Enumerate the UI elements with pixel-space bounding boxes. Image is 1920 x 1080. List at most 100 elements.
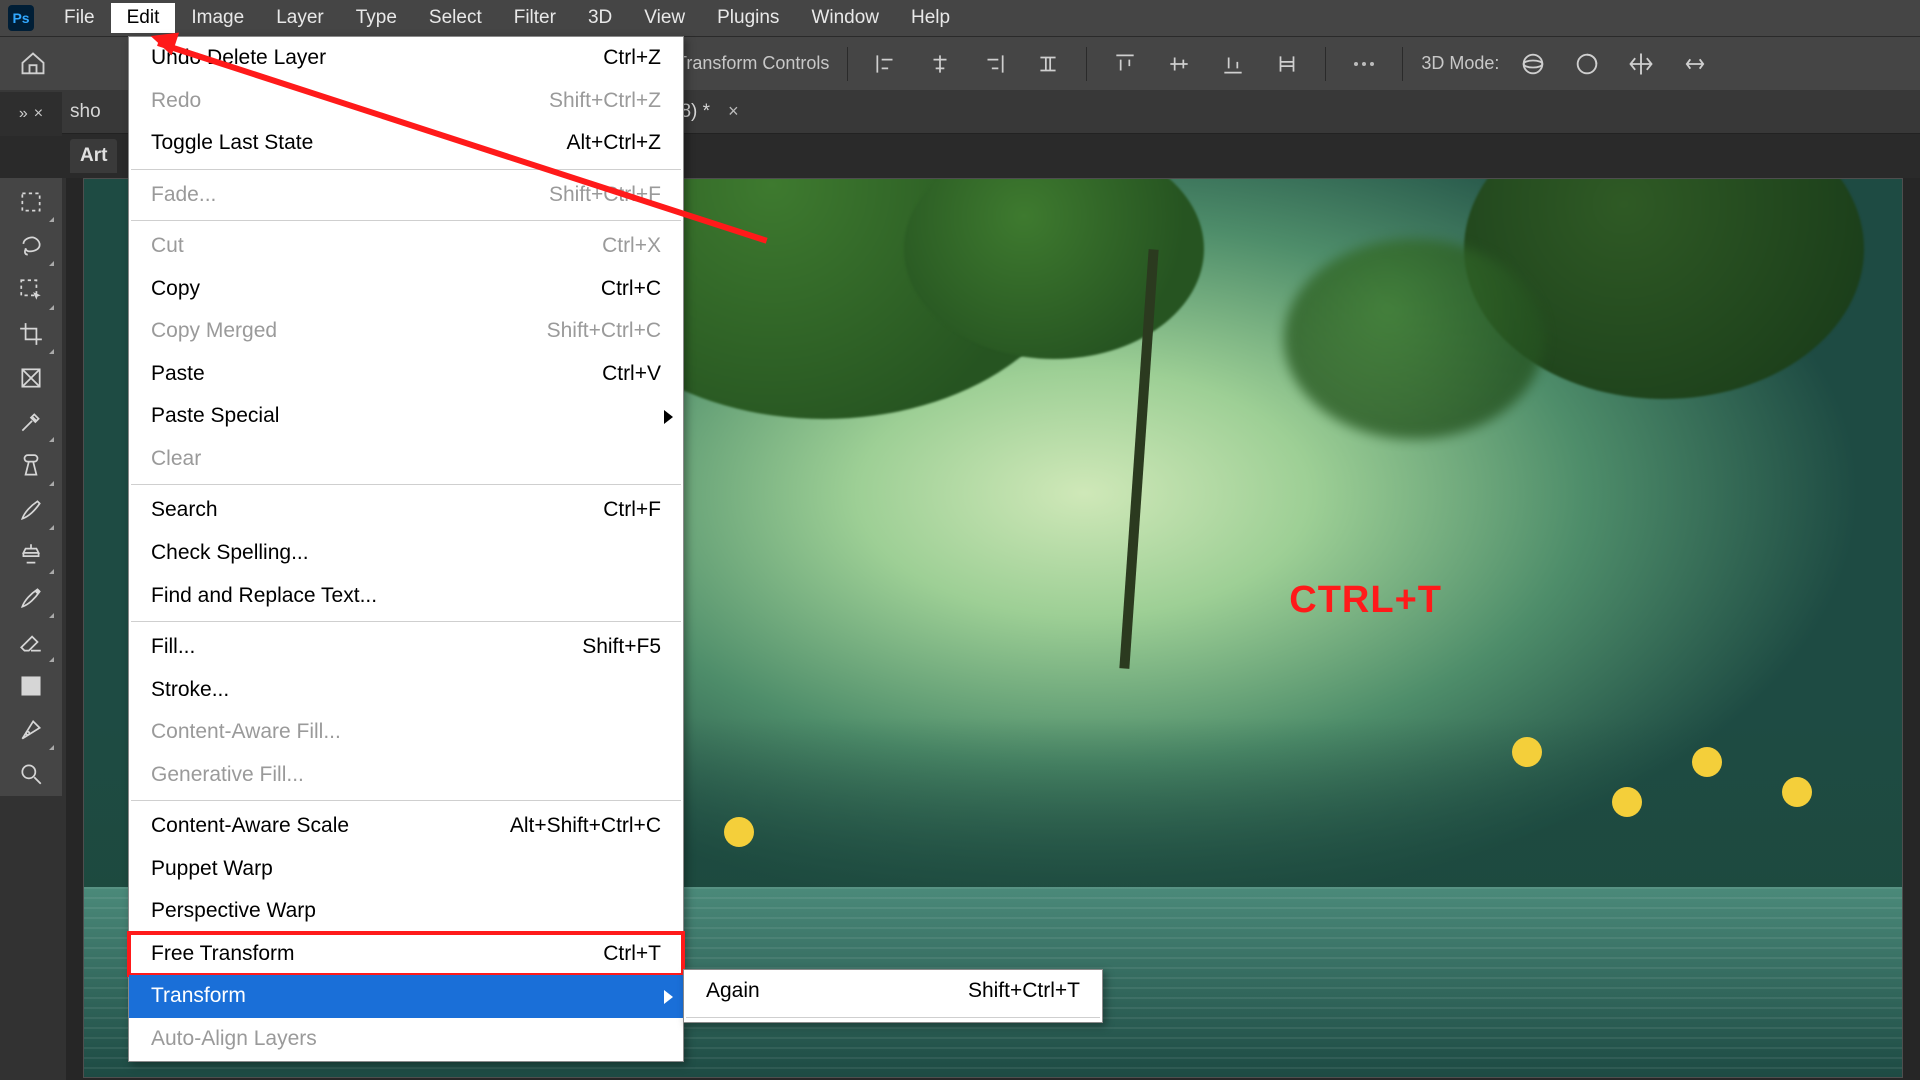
menu-item-clear: Clear <box>129 438 683 481</box>
menu-item-label: Auto-Align Layers <box>151 1023 317 1056</box>
eraser-tool[interactable] <box>6 620 56 664</box>
menu-item-shortcut: Alt+Shift+Ctrl+C <box>510 810 661 843</box>
menu-item-shortcut: Shift+Ctrl+C <box>547 315 661 348</box>
3d-pan-icon[interactable] <box>1621 44 1661 84</box>
align-bottom-icon[interactable] <box>1213 44 1253 84</box>
menu-filter[interactable]: Filter <box>498 3 572 33</box>
divider <box>847 47 848 81</box>
menu-item-shortcut: Ctrl+C <box>601 273 661 306</box>
menu-plugins[interactable]: Plugins <box>701 3 795 33</box>
menu-item-copy[interactable]: Copy Ctrl+C <box>129 268 683 311</box>
menu-window[interactable]: Window <box>795 3 895 33</box>
pen-tool[interactable] <box>6 708 56 752</box>
more-options-icon[interactable] <box>1344 44 1384 84</box>
lasso-tool[interactable] <box>6 224 56 268</box>
clone-stamp-tool[interactable] <box>6 532 56 576</box>
tab-close-icon[interactable]: × <box>722 101 745 122</box>
menu-item-shortcut: Shift+Ctrl+Z <box>549 85 661 118</box>
menu-3d[interactable]: 3D <box>572 3 628 33</box>
menu-item-check-spelling[interactable]: Check Spelling... <box>129 532 683 575</box>
menu-item-shortcut: Ctrl+X <box>602 230 661 263</box>
menu-item-fill[interactable]: Fill...Shift+F5 <box>129 626 683 669</box>
healing-brush-tool[interactable] <box>6 444 56 488</box>
menu-item-shortcut: Ctrl+F <box>603 494 661 527</box>
menu-item-copy-merged: Copy Merged Shift+Ctrl+C <box>129 310 683 353</box>
menu-item-shortcut: Alt+Ctrl+Z <box>566 127 661 160</box>
brush-tool[interactable] <box>6 488 56 532</box>
tab-title-fragment[interactable]: sho <box>70 101 101 123</box>
menu-item-label: Content-Aware Fill... <box>151 716 341 749</box>
menu-item-find-and-replace-text[interactable]: Find and Replace Text... <box>129 575 683 618</box>
zoom-tool[interactable] <box>6 752 56 796</box>
menu-type[interactable]: Type <box>340 3 413 33</box>
menu-file[interactable]: File <box>48 3 111 33</box>
align-top-icon[interactable] <box>1105 44 1145 84</box>
menu-item-shortcut: Shift+Ctrl+T <box>968 975 1080 1008</box>
submenu-item-again[interactable]: Again Shift+Ctrl+T <box>684 970 1102 1013</box>
close-icon[interactable]: × <box>34 105 43 123</box>
annotation-shortcut-text: CTRL+T <box>1289 579 1442 622</box>
crop-tool[interactable] <box>6 312 56 356</box>
menu-item-toggle-last-state[interactable]: Toggle Last State Alt+Ctrl+Z <box>129 122 683 165</box>
menu-separator <box>131 220 681 221</box>
distribute-h-icon[interactable] <box>1028 44 1068 84</box>
3d-roll-icon[interactable] <box>1567 44 1607 84</box>
menu-item-label: Find and Replace Text... <box>151 580 377 613</box>
divider <box>1325 47 1326 81</box>
menu-view[interactable]: View <box>628 3 701 33</box>
menu-item-label: Cut <box>151 230 184 263</box>
align-right-icon[interactable] <box>974 44 1014 84</box>
transform-controls-label: Transform Controls <box>676 53 829 74</box>
menu-item-label: Stroke... <box>151 674 229 707</box>
frame-tool[interactable] <box>6 356 56 400</box>
3d-orbit-icon[interactable] <box>1513 44 1553 84</box>
menu-item-cut: Cut Ctrl+X <box>129 225 683 268</box>
panel-toggle[interactable]: » × <box>0 92 62 136</box>
menu-item-perspective-warp[interactable]: Perspective Warp <box>129 890 683 933</box>
menu-item-shortcut: Ctrl+V <box>602 358 661 391</box>
distribute-v-icon[interactable] <box>1267 44 1307 84</box>
menu-item-search[interactable]: SearchCtrl+F <box>129 489 683 532</box>
artboard-label[interactable]: Art <box>70 139 117 173</box>
marquee-tool[interactable] <box>6 180 56 224</box>
menu-item-label: Paste Special <box>151 400 279 433</box>
eyedropper-tool[interactable] <box>6 400 56 444</box>
3d-slide-icon[interactable] <box>1675 44 1715 84</box>
align-hcenter-icon[interactable] <box>920 44 960 84</box>
menu-item-content-aware-scale[interactable]: Content-Aware ScaleAlt+Shift+Ctrl+C <box>129 805 683 848</box>
app-logo-icon: Ps <box>8 5 34 31</box>
gradient-tool[interactable] <box>6 664 56 708</box>
history-brush-tool[interactable] <box>6 576 56 620</box>
menu-item-paste[interactable]: Paste Ctrl+V <box>129 353 683 396</box>
menu-item-label: Fade... <box>151 179 216 212</box>
submenu-arrow-icon <box>664 990 673 1004</box>
menu-item-puppet-warp[interactable]: Puppet Warp <box>129 848 683 891</box>
menu-image[interactable]: Image <box>175 3 260 33</box>
object-selection-tool[interactable] <box>6 268 56 312</box>
menu-item-label: Copy <box>151 273 200 306</box>
menubar: Ps File Edit Image Layer Type Select Fil… <box>0 0 1920 36</box>
menu-item-label: Again <box>706 975 760 1008</box>
menu-separator <box>131 800 681 801</box>
home-icon[interactable] <box>18 49 48 79</box>
menu-select[interactable]: Select <box>413 3 498 33</box>
menu-item-stroke[interactable]: Stroke... <box>129 669 683 712</box>
menu-item-label: Toggle Last State <box>151 127 313 160</box>
menu-help[interactable]: Help <box>895 3 966 33</box>
divider <box>1086 47 1087 81</box>
submenu-arrow-icon <box>664 410 673 424</box>
divider <box>1402 47 1403 81</box>
align-vcenter-icon[interactable] <box>1159 44 1199 84</box>
menu-item-label: Puppet Warp <box>151 853 273 886</box>
menu-layer[interactable]: Layer <box>260 3 340 33</box>
menu-item-label: Copy Merged <box>151 315 277 348</box>
menu-item-label: Paste <box>151 358 205 391</box>
chevrons-icon: » <box>19 105 28 123</box>
menu-item-free-transform[interactable]: Free TransformCtrl+T <box>129 933 683 976</box>
menu-item-label: Fill... <box>151 631 195 664</box>
menu-item-paste-special[interactable]: Paste Special <box>129 395 683 438</box>
align-left-icon[interactable] <box>866 44 906 84</box>
menu-item-shortcut: Ctrl+T <box>603 938 661 971</box>
menu-item-transform[interactable]: Transform <box>129 975 683 1018</box>
transform-submenu: Again Shift+Ctrl+T <box>683 969 1103 1023</box>
